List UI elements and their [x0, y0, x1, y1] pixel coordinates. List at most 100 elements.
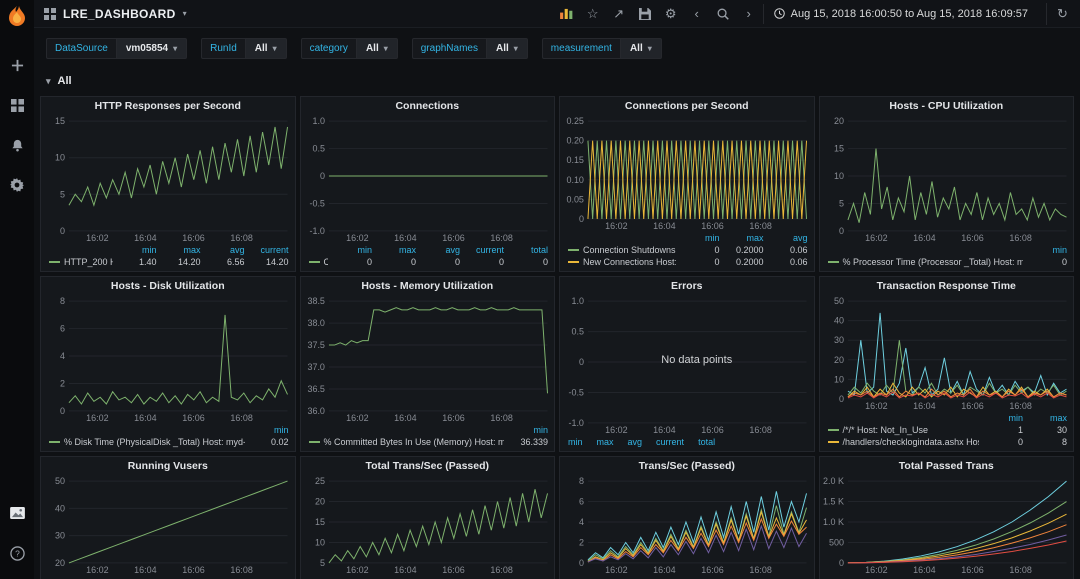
legend-series-label[interactable]: Connections Host: Not_In_Use — [309, 256, 329, 268]
legend-column-header[interactable]: max — [720, 232, 764, 244]
legend-column-header[interactable]: min — [676, 232, 720, 244]
legend-column-header[interactable]: max — [157, 244, 201, 256]
legend-column-header[interactable]: min — [979, 412, 1023, 424]
legend-value: 6.56 — [201, 256, 245, 268]
alerting-bell-icon[interactable] — [4, 132, 30, 158]
svg-text:0.25: 0.25 — [566, 116, 583, 126]
panel-title[interactable]: Running Vusers — [41, 457, 295, 476]
svg-text:500: 500 — [828, 537, 843, 547]
create-plus-icon[interactable] — [4, 52, 30, 78]
dashboard-panel: Connections per Second 00.050.100.150.20… — [559, 96, 815, 272]
panel-legend: min% Disk Time (PhysicalDisk _Total) Hos… — [41, 424, 295, 451]
panel-title[interactable]: Connections per Second — [560, 97, 814, 116]
svg-text:20: 20 — [314, 497, 324, 507]
legend-column-header[interactable]: avg — [764, 232, 808, 244]
legend-column-header[interactable]: min — [1023, 244, 1067, 256]
svg-text:16:02: 16:02 — [605, 425, 627, 435]
legend-column-header[interactable]: max — [1023, 412, 1067, 424]
time-range-picker[interactable]: Aug 15, 2018 16:00:50 to Aug 15, 2018 16… — [763, 4, 1038, 24]
panel-title[interactable]: Total Trans/Sec (Passed) — [301, 457, 555, 476]
template-variable-filter: category All▾ — [301, 38, 398, 59]
panel-body: 2030405016:0216:0416:0616:08 — [41, 476, 295, 576]
svg-text:16:02: 16:02 — [605, 221, 627, 231]
grafana-logo[interactable] — [5, 5, 29, 29]
legend-series-label[interactable]: HTTP_200 Host: Not_In_Use — [49, 256, 113, 268]
legend-column-header[interactable]: avg — [416, 244, 460, 256]
panel-title[interactable]: Connections — [301, 97, 555, 116]
panel-title[interactable]: Total Passed Trans — [820, 457, 1074, 476]
legend-value: 30 — [1023, 424, 1067, 436]
series-color-dash — [568, 249, 579, 251]
save-icon[interactable] — [633, 3, 657, 25]
legend-series-label[interactable]: % Processor Time (Processor _Total) Host… — [828, 256, 1024, 268]
legend-column-header[interactable]: total — [698, 436, 715, 448]
legend-column-header[interactable]: current — [460, 244, 504, 256]
template-variable-filter: RunId All▾ — [201, 38, 286, 59]
star-icon[interactable]: ☆ — [581, 3, 605, 25]
svg-text:16:04: 16:04 — [134, 565, 156, 575]
legend-series-label[interactable]: New Connections Host: Not_In_Use — [568, 256, 676, 268]
panel-title[interactable]: HTTP Responses per Second — [41, 97, 295, 116]
refresh-icon[interactable]: ↻ — [1046, 3, 1070, 25]
time-back-icon[interactable]: ‹ — [685, 3, 709, 25]
svg-text:15: 15 — [314, 517, 324, 527]
legend-column-header[interactable]: min — [245, 424, 289, 436]
svg-text:0: 0 — [579, 214, 584, 224]
legend-column-header[interactable]: max — [372, 244, 416, 256]
legend-column-header[interactable]: min — [504, 424, 548, 436]
panel-title[interactable]: Hosts - Disk Utilization — [41, 277, 295, 296]
legend-column-header[interactable]: min — [568, 436, 583, 448]
svg-text:16:02: 16:02 — [346, 233, 368, 243]
row-toggle-all[interactable]: ▾ All — [34, 68, 1080, 94]
legend-column-header[interactable]: avg — [628, 436, 643, 448]
dashboard-title[interactable]: LRE_DASHBOARD — [63, 7, 176, 21]
legend-column-header[interactable]: current — [245, 244, 289, 256]
help-icon[interactable]: ? — [4, 540, 30, 566]
time-forward-icon[interactable]: › — [737, 3, 761, 25]
configuration-gear-icon[interactable] — [4, 172, 30, 198]
svg-text:16:06: 16:06 — [442, 565, 464, 575]
filter-dropdown[interactable]: All▾ — [620, 38, 662, 59]
legend-column-header[interactable]: max — [597, 436, 614, 448]
svg-text:6: 6 — [60, 324, 65, 334]
legend-column-header[interactable]: total — [504, 244, 548, 256]
svg-text:0.5: 0.5 — [571, 327, 583, 337]
panel-title[interactable]: Errors — [560, 277, 814, 296]
dashboards-icon[interactable] — [4, 92, 30, 118]
no-data-message: No data points — [588, 298, 806, 422]
svg-text:16:08: 16:08 — [1009, 233, 1031, 243]
panel-title[interactable]: Hosts - CPU Utilization — [820, 97, 1074, 116]
panel-title[interactable]: Trans/Sec (Passed) — [560, 457, 814, 476]
svg-text:-1.0: -1.0 — [309, 226, 324, 236]
panel-title[interactable]: Transaction Response Time — [820, 277, 1074, 296]
no-data-message — [848, 298, 1066, 398]
panel-title[interactable]: Hosts - Memory Utilization — [301, 277, 555, 296]
add-panel-icon[interactable] — [555, 3, 579, 25]
dashboard-panel: Transaction Response Time 0102030405016:… — [819, 276, 1075, 452]
legend-column-header[interactable]: min — [113, 244, 157, 256]
filter-dropdown[interactable]: All▾ — [486, 38, 528, 59]
legend-series-label[interactable]: % Disk Time (PhysicalDisk _Total) Host: … — [49, 436, 245, 448]
template-variable-filter: measurement All▾ — [542, 38, 662, 59]
filter-label: measurement — [542, 38, 620, 59]
legend-series-label[interactable]: Connection Shutdowns Host: Not_In_Use — [568, 244, 676, 256]
snapshot-image-icon[interactable] — [4, 500, 30, 526]
svg-text:38.0: 38.0 — [307, 318, 324, 328]
settings-gear-icon[interactable]: ⚙ — [659, 3, 683, 25]
svg-text:16:08: 16:08 — [749, 565, 771, 575]
dashboard-picker-grid-icon[interactable] — [44, 8, 56, 20]
share-icon[interactable]: ↗ — [607, 3, 631, 25]
legend-series-label[interactable]: /*/* Host: Not_In_Use — [828, 424, 980, 436]
svg-text:16:08: 16:08 — [230, 565, 252, 575]
legend-series-label[interactable]: /handlers/checklogindata.ashx Host: Not_… — [828, 436, 980, 448]
no-data-message — [69, 298, 287, 410]
legend-series-label[interactable]: % Committed Bytes In Use (Memory) Host: … — [309, 436, 505, 448]
zoom-out-icon[interactable] — [711, 3, 735, 25]
legend-column-header[interactable]: min — [328, 244, 372, 256]
filter-dropdown[interactable]: vm05854▾ — [116, 38, 187, 59]
filter-dropdown[interactable]: All▾ — [245, 38, 287, 59]
filter-dropdown[interactable]: All▾ — [356, 38, 398, 59]
legend-column-header[interactable]: current — [656, 436, 684, 448]
legend-column-header[interactable]: avg — [201, 244, 245, 256]
svg-text:8: 8 — [60, 296, 65, 306]
